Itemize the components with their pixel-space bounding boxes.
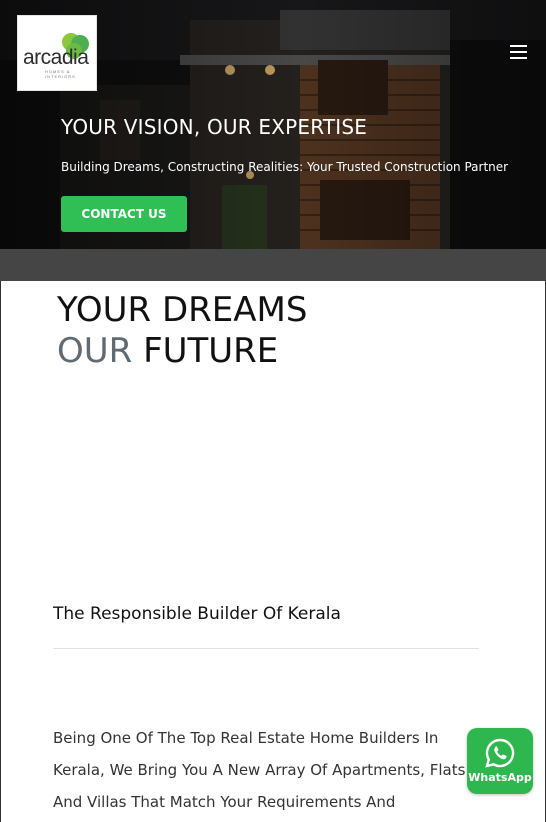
headline-line2: FUTURE: [132, 331, 279, 371]
dreams-headline: YOUR DREAMS OUR FUTURE: [57, 290, 307, 372]
section-divider: [53, 648, 479, 649]
logo-tagline: HOMES & INTERIORS: [45, 69, 76, 79]
headline-muted-word: OUR: [57, 331, 133, 371]
hero-subtitle: Building Dreams, Constructing Realities:…: [61, 160, 509, 174]
contact-us-button[interactable]: CONTACT US: [61, 196, 187, 232]
whatsapp-button[interactable]: WhatsApp: [467, 728, 533, 794]
hamburger-menu-icon[interactable]: [510, 45, 527, 60]
content-border-left: [0, 281, 1, 822]
logo-text: arcadia: [23, 46, 89, 69]
hero-bottom-band: [0, 249, 546, 281]
whatsapp-label: WhatsApp: [468, 771, 532, 784]
hero-title: YOUR VISION, OUR EXPERTISE: [61, 115, 368, 139]
headline-line1: YOUR DREAMS: [57, 290, 308, 330]
about-title: The Responsible Builder Of Kerala: [53, 604, 341, 624]
logo[interactable]: arcadia HOMES & INTERIORS: [17, 15, 97, 91]
whatsapp-icon: [485, 738, 515, 768]
about-body: Being One Of The Top Real Estate Home Bu…: [53, 729, 466, 811]
hero-banner: arcadia HOMES & INTERIORS YOUR VISION, O…: [0, 0, 546, 249]
